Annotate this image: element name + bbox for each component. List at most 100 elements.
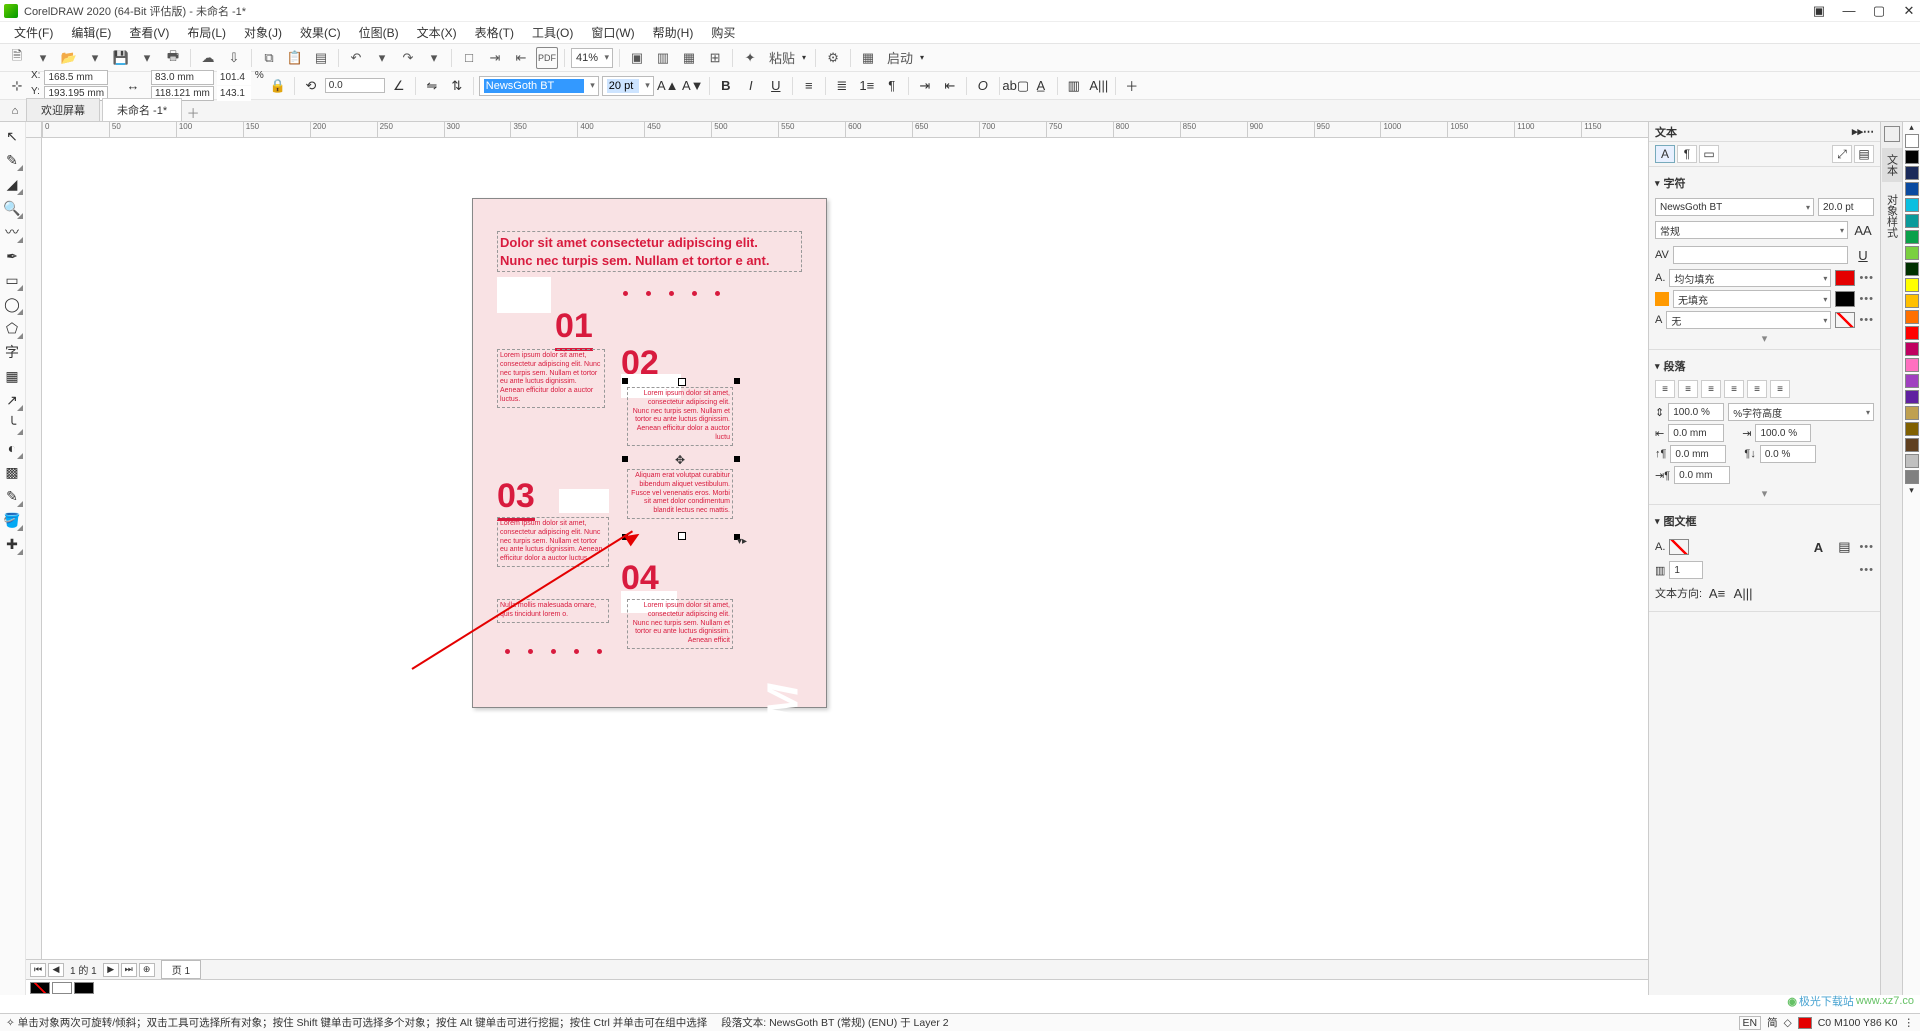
rulers-icon[interactable]: ▥ <box>652 47 674 69</box>
header-text-frame[interactable]: Dolor sit amet consectetur adipiscing el… <box>497 231 802 272</box>
palette-swatch[interactable] <box>1905 166 1919 180</box>
frame-more-icon[interactable]: ••• <box>1859 541 1874 553</box>
freehand-tool-icon[interactable]: 〰 <box>0 220 24 244</box>
minimize-button[interactable]: — <box>1842 4 1856 18</box>
guides-icon[interactable]: ⊞ <box>704 47 726 69</box>
undo-icon[interactable]: ↶ <box>345 47 367 69</box>
font-size-combo[interactable] <box>602 76 654 96</box>
canvas[interactable]: LOREM IPSUM Dolor sit amet consectetur a… <box>42 138 1648 995</box>
indent-dec-icon[interactable]: ⇤ <box>939 75 961 97</box>
nav-next-icon[interactable]: ▶ <box>103 963 119 977</box>
dots-row-bottom[interactable] <box>505 649 602 654</box>
fullscreen-icon[interactable]: ▣ <box>626 47 648 69</box>
app-launcher-icon[interactable]: ▦ <box>857 47 879 69</box>
grid-icon[interactable]: ▦ <box>678 47 700 69</box>
vertical-watermark-text[interactable]: LOREM IPSUM <box>758 683 808 995</box>
text-tool-icon[interactable]: 字 <box>0 340 24 364</box>
import-icon[interactable]: ⇥ <box>484 47 506 69</box>
text-frame-3a[interactable]: Lorem ipsum dolor sit amet, consectetur … <box>497 517 609 567</box>
docker-collapse-icon[interactable]: ▸▸ <box>1852 125 1863 138</box>
space-after-field[interactable]: 0.0 % <box>1760 445 1816 463</box>
mirror-v-icon[interactable]: ⇅ <box>446 75 468 97</box>
section-para[interactable]: 段落 <box>1655 354 1874 378</box>
cloud-down-icon[interactable]: ⇩ <box>223 47 245 69</box>
undo-dropdown[interactable]: ▾ <box>371 47 393 69</box>
frame-fill-swatch[interactable] <box>1669 539 1689 555</box>
align-left-icon[interactable]: ≡ <box>798 75 820 97</box>
tab-compact-icon[interactable]: ▤ <box>1854 145 1874 163</box>
indent-inc-icon[interactable]: ⇥ <box>914 75 936 97</box>
document-page[interactable]: LOREM IPSUM Dolor sit amet consectetur a… <box>472 198 827 708</box>
tab-document[interactable]: 未命名 -1* <box>102 98 182 121</box>
dots-row-top[interactable] <box>623 291 720 296</box>
mirror-h-icon[interactable]: ⇋ <box>421 75 443 97</box>
palette-swatch[interactable] <box>1905 374 1919 388</box>
export-icon[interactable]: ⇤ <box>510 47 532 69</box>
char-expand-icon[interactable]: ▾ <box>1655 332 1874 345</box>
edit-text-icon[interactable]: O <box>972 75 994 97</box>
char-fill-combo[interactable]: 均匀填充 <box>1669 269 1831 287</box>
crop-tool-icon[interactable]: ◢ <box>0 172 24 196</box>
angle-units-icon[interactable]: ∠ <box>388 75 410 97</box>
ruler-origin[interactable] <box>26 122 42 138</box>
first-indent-field[interactable]: 0.0 mm <box>1674 466 1730 484</box>
outline-tool-icon[interactable]: ✚ <box>0 532 24 556</box>
palette-swatch[interactable] <box>1905 342 1919 356</box>
paste-icon[interactable]: 📋 <box>284 47 306 69</box>
ruler-horizontal[interactable]: 0501001502002503003504004505005506006507… <box>42 122 1648 138</box>
palette-swatch[interactable] <box>1905 438 1919 452</box>
dropshadow-tool-icon[interactable]: ◐ <box>0 436 24 460</box>
menu-object[interactable]: 对象(J) <box>236 22 290 43</box>
columns-icon[interactable]: ▥ <box>1063 75 1085 97</box>
palette-swatch[interactable] <box>1905 230 1919 244</box>
sx-field[interactable]: 101.4 <box>217 70 251 85</box>
menu-window[interactable]: 窗口(W) <box>583 22 642 43</box>
palette-swatch[interactable] <box>1905 214 1919 228</box>
menu-text[interactable]: 文本(X) <box>409 22 465 43</box>
print-icon[interactable]: 🖶 <box>162 47 184 69</box>
kerning-field[interactable] <box>1673 246 1848 264</box>
options-icon[interactable]: ⚙ <box>822 47 844 69</box>
dropcap-icon[interactable]: ¶ <box>881 75 903 97</box>
tab-welcome[interactable]: 欢迎屏幕 <box>26 98 100 121</box>
text-frame-icon[interactable]: ab▢ <box>1005 75 1027 97</box>
char-font-combo[interactable]: NewsGoth BT <box>1655 198 1814 216</box>
frame-text-icon[interactable]: A <box>1807 536 1829 558</box>
align-center-icon[interactable]: ≡ <box>1701 380 1721 398</box>
search-icon[interactable]: □ <box>458 47 480 69</box>
eyedropper-tool-icon[interactable]: ✎ <box>0 484 24 508</box>
launch-split[interactable]: 启动▾ <box>883 47 927 69</box>
home-icon[interactable]: ⌂ <box>4 101 26 121</box>
fill-swatch[interactable] <box>30 982 50 994</box>
text-dir-icon[interactable]: A||| <box>1088 75 1110 97</box>
dir-vertical-icon[interactable]: A||| <box>1732 582 1754 604</box>
status-fill-swatch[interactable] <box>1798 1017 1812 1029</box>
palette-swatch[interactable] <box>1905 182 1919 196</box>
selection-frame[interactable]: ▾▸ ✥ <box>625 381 737 537</box>
tab-char-icon[interactable]: A <box>1655 145 1675 163</box>
palette-up-icon[interactable]: ▴ <box>1903 122 1920 133</box>
palette-swatch[interactable] <box>1905 422 1919 436</box>
redo-icon[interactable]: ↷ <box>397 47 419 69</box>
frame-wrap-icon[interactable]: ▤ <box>1833 536 1855 558</box>
menu-layout[interactable]: 布局(L) <box>179 22 234 43</box>
paste-split[interactable]: 粘贴▾ <box>765 47 809 69</box>
tab-frame-icon[interactable]: ▭ <box>1699 145 1719 163</box>
section-char[interactable]: 字符 <box>1655 171 1874 195</box>
handle-mr[interactable] <box>734 456 740 462</box>
add-prop-icon[interactable]: ＋ <box>1121 75 1143 97</box>
palette-down-icon[interactable]: ▾ <box>1903 485 1920 496</box>
clipboard-icon[interactable]: ▤ <box>310 47 332 69</box>
font-inc-icon[interactable]: A▲ <box>657 75 679 97</box>
side-tab-styles[interactable]: 对象样式 <box>1882 188 1902 244</box>
handle-ml[interactable] <box>622 456 628 462</box>
status-fill-icon[interactable]: ◇ <box>1784 1017 1792 1029</box>
add-page-icon[interactable]: ⊕ <box>139 963 155 977</box>
palette-swatch[interactable] <box>1905 198 1919 212</box>
status-ime-icon[interactable]: 简 <box>1767 1015 1778 1030</box>
bg-more-icon[interactable]: ••• <box>1859 314 1874 326</box>
pick-tool-icon[interactable]: ↖ <box>0 124 24 148</box>
cloud-up-icon[interactable]: ☁ <box>197 47 219 69</box>
palette-swatch[interactable] <box>1905 246 1919 260</box>
underline-icon[interactable]: U <box>765 75 787 97</box>
